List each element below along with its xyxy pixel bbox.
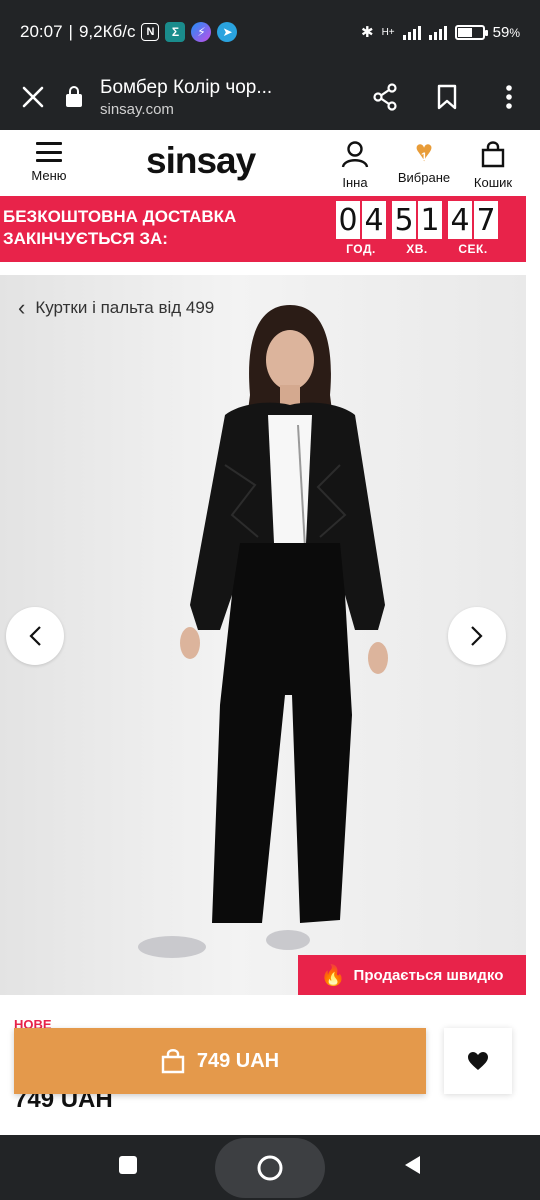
status-bar: 20:07 | 9,2Кб/с N Σ ⚡ ➤ ✱ H+ 59% (0, 0, 540, 64)
seconds-label: СЕК. (458, 242, 488, 256)
free-delivery-banner[interactable]: БЕЗКОШТОВНА ДОСТАВКА ЗАКІНЧУЄТЬСЯ ЗА: 04… (0, 196, 526, 262)
countdown-timer: 04 ГОД. 51 ХВ. 47 СЕК. (336, 201, 498, 256)
user-icon (341, 141, 369, 168)
menu-button[interactable]: Меню (24, 140, 74, 183)
timer-digit: 4 (362, 201, 386, 239)
menu-icon (36, 142, 62, 162)
promo-line-2: ЗАКІНЧУЄТЬСЯ ЗА: (3, 229, 168, 248)
wishlist-label: Вибране (397, 170, 451, 185)
signal-icon-2 (428, 24, 447, 40)
bluetooth-icon: ✱ (361, 24, 374, 41)
bookmark-icon (437, 84, 457, 110)
timer-minutes: 51 ХВ. (392, 201, 442, 256)
promo-text: БЕЗКОШТОВНА ДОСТАВКА ЗАКІНЧУЄТЬСЯ ЗА: (3, 206, 236, 250)
clock: 20:07 (20, 22, 63, 41)
close-tab-button[interactable] (0, 64, 66, 130)
page-title: Бомбер Колір чор... (100, 76, 273, 98)
timer-hours: 04 ГОД. (336, 201, 386, 256)
bag-icon (161, 1049, 185, 1074)
chevron-left-icon: ‹ (18, 295, 26, 320)
share-button[interactable] (354, 64, 416, 130)
browser-toolbar: Бомбер Колір чор... sinsay.com (0, 64, 540, 130)
home-button[interactable] (214, 1137, 325, 1198)
circle-icon (257, 1155, 283, 1180)
system-navigation-bar (0, 1135, 540, 1200)
page-domain: sinsay.com (100, 100, 174, 118)
hours-label: ГОД. (346, 242, 376, 256)
breadcrumb-back[interactable]: ‹ Куртки і пальта від 499 (18, 295, 214, 321)
telegram-icon: ➤ (217, 22, 238, 42)
heart-icon (468, 1052, 488, 1070)
more-menu-button[interactable] (478, 64, 540, 130)
signal-icon (402, 24, 421, 40)
selling-fast-badge: 🔥 Продається швидко (298, 955, 526, 995)
previous-image-button[interactable] (6, 607, 64, 665)
next-image-button[interactable] (448, 607, 506, 665)
timer-digit: 0 (336, 201, 360, 239)
sinsay-logo[interactable]: sinsay (146, 140, 256, 182)
back-button[interactable] (402, 1154, 422, 1181)
add-to-wishlist-button[interactable] (444, 1028, 512, 1094)
cart-button[interactable]: Кошик (469, 140, 517, 190)
menu-label: Меню (31, 168, 67, 183)
fire-icon: 🔥 (320, 964, 346, 987)
recents-button[interactable] (118, 1155, 138, 1180)
timer-digit: 1 (418, 201, 442, 239)
promo-line-1: БЕЗКОШТОВНА ДОСТАВКА (3, 207, 237, 226)
heart-icon: ♥ 1 (410, 137, 438, 167)
product-gallery[interactable]: ‹ Куртки і пальта від 499 🔥 Продається ш… (0, 275, 526, 995)
bag-icon (481, 141, 505, 168)
battery-level: 59 (492, 23, 510, 41)
breadcrumb-label: Куртки і пальта від 499 (35, 298, 215, 317)
bookmark-button[interactable] (416, 64, 478, 130)
lock-icon (66, 85, 82, 107)
add-to-cart-label: 749 UAH (196, 1049, 280, 1072)
chevron-left-icon (29, 626, 41, 646)
account-label: Інна (342, 175, 368, 190)
battery-icon (454, 24, 488, 40)
chevron-right-icon (471, 626, 483, 646)
sigma-app-icon: Σ (165, 22, 186, 42)
minutes-label: ХВ. (406, 242, 428, 256)
timer-seconds: 47 СЕК. (448, 201, 498, 256)
add-to-cart-button[interactable]: 749 UAH (14, 1028, 426, 1094)
close-icon (22, 86, 44, 108)
net-speed: 9,2Кб/с (78, 22, 136, 41)
site-header: Меню sinsay Інна ♥ 1 Вибране Кошик (0, 130, 540, 194)
square-icon (119, 1156, 138, 1174)
selling-fast-label: Продається швидко (353, 966, 504, 984)
nfc-icon: N (141, 23, 160, 41)
network-type: H+ (381, 26, 395, 38)
timer-digit: 7 (474, 201, 498, 239)
cart-label: Кошик (473, 175, 513, 190)
url-bar[interactable]: Бомбер Колір чор... sinsay.com (100, 77, 354, 118)
wishlist-button[interactable]: ♥ 1 Вибране (391, 137, 457, 186)
account-button[interactable]: Інна (334, 140, 376, 190)
timer-digit: 5 (392, 201, 416, 239)
messenger-icon: ⚡ (191, 22, 212, 42)
share-icon (373, 83, 397, 111)
timer-digit: 4 (448, 201, 472, 239)
wishlist-count: 1 (420, 151, 428, 163)
more-icon (506, 85, 512, 109)
back-triangle-icon (404, 1156, 420, 1174)
